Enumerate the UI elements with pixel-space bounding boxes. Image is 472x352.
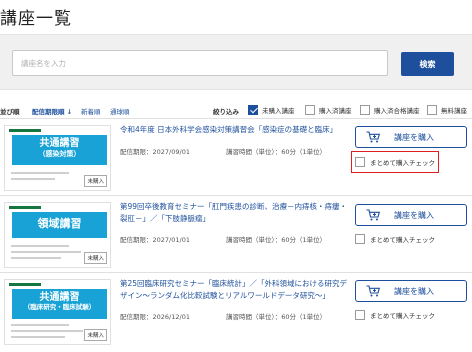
- status-badge: 未購入: [84, 175, 107, 187]
- course-deadline: 配信期限：2026/12/01: [120, 313, 190, 321]
- checkbox-icon[interactable]: [427, 105, 437, 115]
- course-deadline: 配信期限：2027/09/01: [120, 148, 190, 156]
- sort-label: 並び順: [0, 108, 20, 116]
- status-badge: 未購入: [84, 252, 107, 264]
- sort-option-newest[interactable]: 新着順: [81, 106, 101, 116]
- buy-button-label: 講座を購入: [394, 211, 434, 220]
- bulk-purchase-label: まとめて購入チェック: [370, 312, 435, 320]
- filter-purchased[interactable]: 購入済講座: [305, 103, 352, 117]
- thumb-subtitle: （臨床研究・臨床試験）: [23, 302, 96, 311]
- course-thumbnail[interactable]: 共通講習 （感染対策） 未購入: [4, 125, 111, 191]
- checkbox-icon[interactable]: [355, 234, 365, 244]
- thumb-info-line: [11, 172, 69, 174]
- thumb-info-line: [11, 245, 69, 247]
- buy-course-button[interactable]: 講座を購入: [355, 204, 467, 226]
- checkbox-icon[interactable]: [360, 105, 370, 115]
- course-thumbnail[interactable]: 領域講習 未購入: [4, 202, 111, 268]
- course-deadline: 配信期限：2027/01/01: [120, 236, 190, 244]
- thumb-info-line: [11, 178, 55, 180]
- filter-free-label: 無料講座: [441, 107, 467, 115]
- filter-purchased-label: 購入済講座: [319, 107, 352, 115]
- bulk-purchase-label: まとめて購入チェック: [370, 159, 435, 167]
- checkbox-icon[interactable]: [248, 105, 258, 115]
- thumb-info-line: [11, 257, 61, 259]
- thumb-subtitle: （感染対策）: [38, 149, 81, 158]
- thumb-title: 共通講習: [39, 292, 80, 303]
- bulk-purchase-check[interactable]: まとめて購入チェック: [351, 151, 439, 173]
- buy-button-label: 講座を購入: [394, 287, 434, 296]
- filter-label: 絞り込み: [213, 108, 239, 116]
- bulk-purchase-check[interactable]: まとめて購入チェック: [355, 308, 435, 322]
- thumb-logo-bar: [9, 129, 41, 132]
- thumb-logo-bar: [9, 283, 41, 286]
- thumb-logo-bar: [9, 206, 41, 209]
- course-title[interactable]: 第25回臨床研究セミナー「臨床統計」／「外科領域における研究デザイン～ランダム化…: [120, 278, 348, 302]
- buy-course-button[interactable]: 講座を購入: [355, 126, 467, 148]
- course-title[interactable]: 第99回卒後教育セミナー「肛門疾患の診断、治療－内痔核・痔瘻・裂肛－」／「下肢静…: [120, 201, 348, 225]
- sort-option-deadline[interactable]: 配信期限順 ↓: [32, 106, 72, 116]
- filter-purchased-passed-label: 購入済合格講座: [374, 107, 420, 115]
- course-card: 共通講習 （感染対策） 未購入 令和4年度 日本外科学会感染対策講習会「感染症の…: [0, 118, 472, 196]
- course-hours: 講習時間（単位）：60分（1単位）: [226, 313, 327, 321]
- thumb-banner: 共通講習 （感染対策）: [12, 135, 107, 165]
- course-card: 共通講習 （臨床研究・臨床試験） 未購入 第25回臨床研究セミナー「臨床統計」／…: [0, 272, 472, 350]
- cart-plus-icon: [366, 131, 380, 143]
- page-title: 講座一覧: [0, 9, 72, 29]
- checkbox-icon[interactable]: [355, 310, 365, 320]
- course-title[interactable]: 令和4年度 日本外科学会感染対策講習会「感染症の基礎と臨床」: [120, 124, 348, 136]
- checkbox-icon[interactable]: [355, 157, 365, 167]
- course-card: 領域講習 未購入 第99回卒後教育セミナー「肛門疾患の診断、治療－内痔核・痔瘻・…: [0, 195, 472, 273]
- buy-course-button[interactable]: 講座を購入: [355, 280, 467, 302]
- sort-filter-bar: 並び順 配信期限順 ↓ 新着順 通球順 絞り込み 未購入講座 購入済講座 購入済…: [0, 103, 472, 117]
- sort-option-third[interactable]: 通球順: [110, 106, 130, 116]
- checkbox-icon[interactable]: [305, 105, 315, 115]
- filter-unpurchased-label: 未購入講座: [262, 107, 295, 115]
- course-thumbnail[interactable]: 共通講習 （臨床研究・臨床試験） 未購入: [4, 279, 111, 345]
- course-hours: 講習時間（単位）：60分（1単位）: [226, 236, 327, 244]
- thumb-info-line: [11, 330, 83, 332]
- search-panel: 検索: [0, 34, 472, 90]
- thumb-info-line: [11, 324, 69, 326]
- buy-button-label: 講座を購入: [394, 133, 434, 142]
- thumb-title: 共通講習: [39, 138, 80, 149]
- search-input[interactable]: [12, 50, 388, 76]
- bulk-purchase-label: まとめて購入チェック: [370, 236, 435, 244]
- filter-unpurchased[interactable]: 未購入講座: [248, 103, 295, 117]
- filter-purchased-passed[interactable]: 購入済合格講座: [360, 103, 420, 117]
- thumb-info-line: [11, 251, 81, 253]
- thumb-banner: 領域講習: [12, 212, 107, 238]
- thumb-info-line: [11, 336, 65, 338]
- search-button[interactable]: 検索: [401, 52, 454, 76]
- cart-plus-icon: [366, 209, 380, 221]
- cart-plus-icon: [366, 285, 380, 297]
- filter-free[interactable]: 無料講座: [427, 103, 467, 117]
- thumb-title: 領域講習: [37, 217, 82, 230]
- bulk-purchase-check[interactable]: まとめて購入チェック: [355, 232, 435, 246]
- status-badge: 未購入: [84, 329, 107, 341]
- course-hours: 講習時間（単位）：60分（1単位）: [226, 148, 327, 156]
- thumb-banner: 共通講習 （臨床研究・臨床試験）: [12, 289, 107, 319]
